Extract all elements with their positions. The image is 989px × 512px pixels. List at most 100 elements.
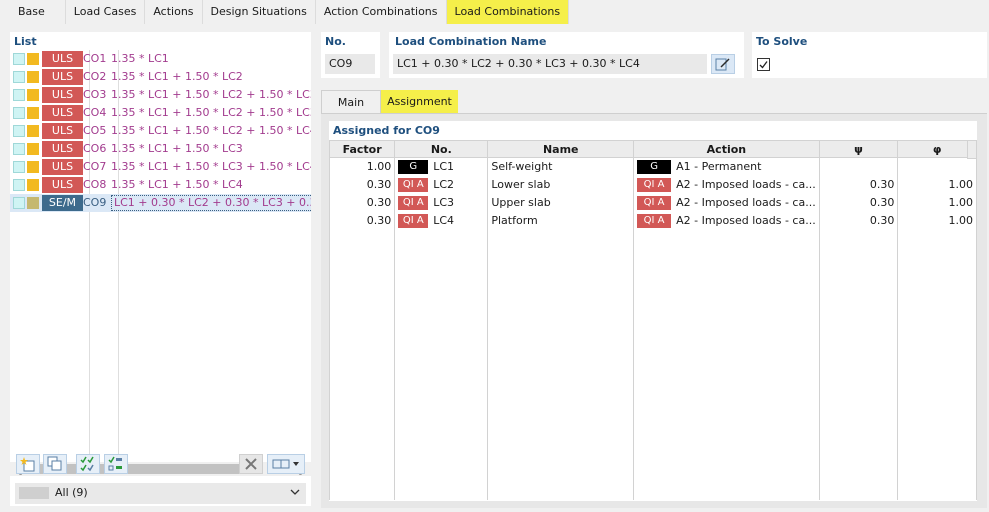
tab-base[interactable]: Base [0,0,66,24]
situation-badge: ULS [42,141,83,157]
list-item[interactable]: ULS CO4 1.35 * LC1 + 1.50 * LC2 + 1.50 *… [10,104,311,122]
no-cell[interactable]: QI A LC4 [394,211,489,230]
copy-icon [47,456,62,471]
combination-code: CO9 [83,196,107,209]
list-item[interactable]: ULS CO2 1.35 * LC1 + 1.50 * LC2 [10,68,311,86]
name-cell[interactable]: Self-weight [487,157,635,176]
list-title: List [14,35,37,48]
action-cell[interactable]: QI A A2 - Imposed loads - ca... [633,211,820,230]
action-label: A2 - Imposed loads - ca... [676,213,816,227]
combination-code: CO1 [83,52,107,65]
psi-cell[interactable]: 0.30 [818,193,899,212]
combination-code: CO8 [83,178,107,191]
name-cell[interactable]: Upper slab [487,193,635,212]
psi-cell[interactable]: 0.30 [818,211,899,230]
factor-cell[interactable]: 0.30 [328,193,396,212]
chevron-down-icon [290,489,300,495]
name-box: Load Combination Name LC1 + 0.30 * LC2 +… [389,32,744,78]
number-field[interactable]: CO9 [325,54,375,74]
combination-expression: LC1 + 0.30 * LC2 + 0.30 * LC3 + 0.30 * L [111,195,311,211]
situation-badge: ULS [42,87,83,103]
view-options-button[interactable] [267,454,305,474]
table-row[interactable]: 1.00 G LC1 Self-weight G A1 - Permanent [328,157,977,176]
list-item-selected[interactable]: SE/M CO9 LC1 + 0.30 * LC2 + 0.30 * LC3 +… [10,194,311,212]
list-item[interactable]: ULS CO7 1.35 * LC1 + 1.50 * LC3 + 1.50 *… [10,158,311,176]
action-cell[interactable]: QI A A2 - Imposed loads - ca... [633,193,820,212]
delete-button[interactable] [239,454,263,474]
name-field[interactable]: LC1 + 0.30 * LC2 + 0.30 * LC3 + 0.30 * L… [393,54,707,74]
check-icon [759,61,768,69]
factor-cell[interactable]: 0.30 [328,175,396,194]
list-panel: List ULS CO1 1.35 * LC1 ULS CO2 1.35 * L… [10,32,311,506]
combination-code: CO4 [83,106,107,119]
list-item[interactable]: ULS CO6 1.35 * LC1 + 1.50 * LC3 [10,140,311,158]
copy-item-button[interactable] [43,454,67,474]
tab-design-situations[interactable]: Design Situations [203,0,316,24]
new-item-button[interactable] [16,454,40,474]
combination-code: CO3 [83,88,107,101]
filter-dropdown[interactable]: All (9) [15,483,306,504]
column-header-phi[interactable]: φ [897,140,977,158]
edit-name-button[interactable] [711,54,735,74]
psi-cell[interactable]: 0.30 [818,175,899,194]
table-row[interactable]: 0.30 QI A LC2 Lower slab QI A A2 - Imposed… [328,175,977,194]
list-item[interactable]: ULS CO5 1.35 * LC1 + 1.50 * LC2 + 1.50 *… [10,122,311,140]
action-tag: G [637,159,672,174]
situation-badge: ULS [42,69,83,85]
category-tag: QI A [398,195,429,210]
situation-badge: ULS [42,123,83,139]
combination-code: CO6 [83,142,107,155]
combination-code: CO5 [83,124,107,137]
column-header-action[interactable]: Action [633,140,820,158]
factor-cell[interactable]: 1.00 [328,157,396,176]
tab-action-combinations[interactable]: Action Combinations [316,0,447,24]
top-tabbar: Base Load Cases Actions Design Situation… [0,0,989,24]
action-cell[interactable]: G A1 - Permanent [633,157,820,176]
phi-cell[interactable]: 1.00 [897,175,977,194]
tab-load-cases[interactable]: Load Cases [66,0,146,24]
list-item[interactable]: ULS CO1 1.35 * LC1 [10,50,311,68]
check-all-button[interactable] [76,454,100,474]
to-solve-checkbox[interactable] [757,58,770,71]
toggle-check-button[interactable] [104,454,128,474]
phi-cell[interactable]: 1.00 [897,211,977,230]
factor-cell[interactable]: 0.30 [328,211,396,230]
no-cell[interactable]: QI A LC2 [394,175,489,194]
list-item[interactable]: ULS CO8 1.35 * LC1 + 1.50 * LC4 [10,176,311,194]
situation-badge: ULS [42,159,83,175]
tab-load-combinations[interactable]: Load Combinations [446,0,570,24]
combination-list[interactable]: ULS CO1 1.35 * LC1 ULS CO2 1.35 * LC1 + … [10,50,311,462]
column-header-name[interactable]: Name [487,140,635,158]
check-all-icon [80,456,94,472]
to-solve-box: To Solve [752,32,987,78]
name-cell[interactable]: Lower slab [487,175,635,194]
no-cell[interactable]: G LC1 [394,157,489,176]
assignment-panel: Assigned for CO9 Factor No. Name Action … [321,113,987,508]
column-header-psi[interactable]: ψ [818,140,899,158]
column-header-factor[interactable]: Factor [328,140,396,158]
action-cell[interactable]: QI A A2 - Imposed loads - ca... [633,175,820,194]
list-item[interactable]: ULS CO3 1.35 * LC1 + 1.50 * LC2 + 1.50 *… [10,86,311,104]
no-cell[interactable]: QI A LC3 [394,193,489,212]
delete-icon [245,458,257,470]
situation-badge: ULS [42,51,83,67]
table-row[interactable]: 0.30 QI A LC4 Platform QI A A2 - Imposed l… [328,211,977,230]
tab-assignment[interactable]: Assignment [381,90,458,113]
tab-actions[interactable]: Actions [145,0,203,24]
column-header-no[interactable]: No. [394,140,489,158]
filter-swatch [19,487,49,499]
table-row[interactable]: 0.30 QI A LC3 Upper slab QI A A2 - Imposed… [328,193,977,212]
phi-cell[interactable] [897,157,977,176]
combination-expression: 1.35 * LC1 + 1.50 * LC3 [111,142,243,155]
number-label: No. [325,35,346,48]
action-label: A2 - Imposed loads - ca... [676,177,816,191]
action-label: A1 - Permanent [676,159,762,173]
vertical-scrollbar[interactable] [967,140,977,159]
combination-expression: 1.35 * LC1 + 1.50 * LC2 + 1.50 * LC3 [111,88,311,101]
name-cell[interactable]: Platform [487,211,635,230]
category-tag: G [398,159,429,174]
combination-code: CO2 [83,70,107,83]
psi-cell[interactable] [818,157,899,176]
phi-cell[interactable]: 1.00 [897,193,977,212]
tab-main[interactable]: Main [321,90,381,113]
